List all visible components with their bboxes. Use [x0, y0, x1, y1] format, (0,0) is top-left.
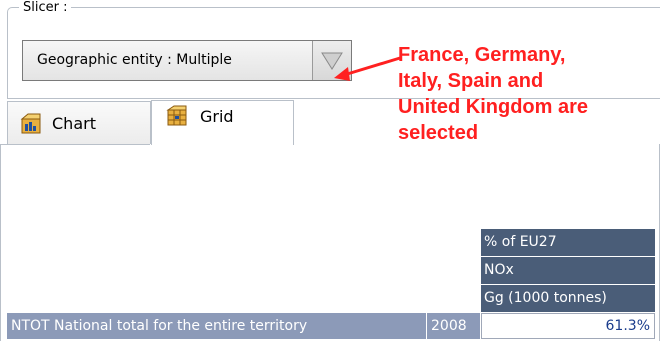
annotation-line: Italy, Spain and — [398, 70, 544, 92]
annotation-line: selected — [398, 122, 479, 144]
slicer-legend: Slicer : — [19, 0, 72, 16]
annotation-text: France, Germany, Italy, Spain and United… — [398, 42, 660, 146]
content-border-left — [0, 144, 1, 341]
tab-chart[interactable]: Chart — [7, 101, 151, 144]
geographic-entity-dropdown[interactable]: Geographic entity : Multiple — [22, 40, 352, 81]
annotation-line: France, Germany, — [398, 44, 566, 66]
annotation-line: United Kingdom are — [398, 96, 589, 118]
grid-value-cell[interactable]: 61.3% — [481, 313, 655, 339]
grid-icon — [166, 105, 188, 131]
tab-baseline — [0, 144, 150, 145]
tab-grid[interactable]: Grid — [151, 100, 294, 145]
tab-grid-label: Grid — [200, 107, 234, 126]
column-header-measure: % of EU27 — [481, 229, 655, 256]
column-header-pollutant: NOx — [481, 257, 655, 284]
column-header-unit: Gg (1000 tonnes) — [481, 285, 655, 312]
tab-chart-label: Chart — [52, 114, 96, 133]
row-header-sector: NTOT National total for the entire terri… — [7, 313, 426, 339]
row-header-year: 2008 — [427, 313, 480, 339]
dropdown-selected-value: Geographic entity : Multiple — [37, 52, 232, 68]
chart-icon — [20, 113, 42, 139]
annotation-arrow — [334, 56, 401, 81]
